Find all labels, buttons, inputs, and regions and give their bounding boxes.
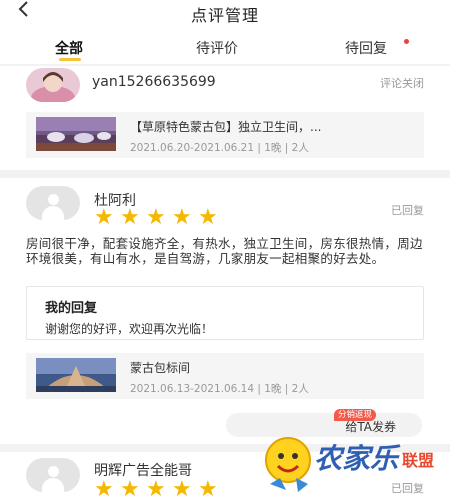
active-tab-indicator xyxy=(59,58,81,61)
reply-title: 我的回复 xyxy=(45,301,98,316)
star-icon: ★ xyxy=(120,477,140,500)
star-icon: ★ xyxy=(120,205,140,230)
star-icon: ★ xyxy=(198,205,218,230)
tab-pending-reply[interactable]: 待回复 xyxy=(345,38,387,58)
review-card: yan15266635699 评论关闭 【草原特色蒙古包】独立卫生间，... 2… xyxy=(0,66,450,170)
product-card[interactable]: 【草原特色蒙古包】独立卫生间，... 2021.06.20-2021.06.21… xyxy=(26,112,424,158)
rating-stars: ★ ★ ★ ★ ★ xyxy=(94,477,224,500)
rating-stars: ★ ★ ★ ★ ★ xyxy=(94,205,224,230)
product-card[interactable]: 蒙古包标间 2021.06.13-2021.06.14 | 1晚 | 2人 xyxy=(26,353,424,399)
tab-bar: 全部 待评价 待回复 xyxy=(0,26,450,64)
star-icon: ★ xyxy=(146,205,166,230)
svg-text:联盟: 联盟 xyxy=(402,451,434,470)
product-meta: 2021.06.20-2021.06.21 | 1晚 | 2人 xyxy=(130,142,309,154)
reply-text: 谢谢您的好评，欢迎再次光临！ xyxy=(45,322,214,336)
star-icon: ★ xyxy=(172,205,192,230)
reply-box: 我的回复 谢谢您的好评，欢迎再次光临！ xyxy=(26,286,424,340)
product-meta: 2021.06.13-2021.06.14 | 1晚 | 2人 xyxy=(130,383,309,395)
avatar[interactable] xyxy=(26,186,80,220)
watermark-logo: 农家乐 联盟 xyxy=(256,432,450,500)
product-title: 【草原特色蒙古包】独立卫生间，... xyxy=(130,120,322,134)
avatar[interactable] xyxy=(26,68,80,102)
page-title: 点评管理 xyxy=(190,6,259,25)
notification-dot xyxy=(404,39,409,44)
star-icon: ★ xyxy=(172,477,192,500)
svg-text:农家乐: 农家乐 xyxy=(314,442,401,475)
star-icon: ★ xyxy=(198,477,218,500)
star-icon: ★ xyxy=(94,205,114,230)
star-icon: ★ xyxy=(94,477,114,500)
star-icon: ★ xyxy=(146,477,166,500)
review-status: 评论关闭 xyxy=(380,77,424,90)
reviewer-name: yan15266635699 xyxy=(92,74,216,90)
product-thumbnail xyxy=(36,358,116,392)
review-text: 房间很干净，配套设施齐全，有热水，独立卫生间，房东很热情，周边环境很美，有山有水… xyxy=(26,236,423,266)
review-status: 已回复 xyxy=(391,204,424,217)
avatar[interactable] xyxy=(26,458,80,492)
promo-tag: 分销返现 xyxy=(334,409,377,421)
product-thumbnail xyxy=(36,117,116,151)
top-bar: 点评管理 xyxy=(0,0,450,26)
review-card: 杜阿利 ★ ★ ★ ★ ★ 已回复 房间很干净，配套设施齐全，有热水，独立卫生间，房东很… xyxy=(0,178,450,444)
tab-all[interactable]: 全部 xyxy=(55,38,83,58)
product-title: 蒙古包标间 xyxy=(130,361,191,375)
tab-pending-review[interactable]: 待评价 xyxy=(196,38,238,58)
